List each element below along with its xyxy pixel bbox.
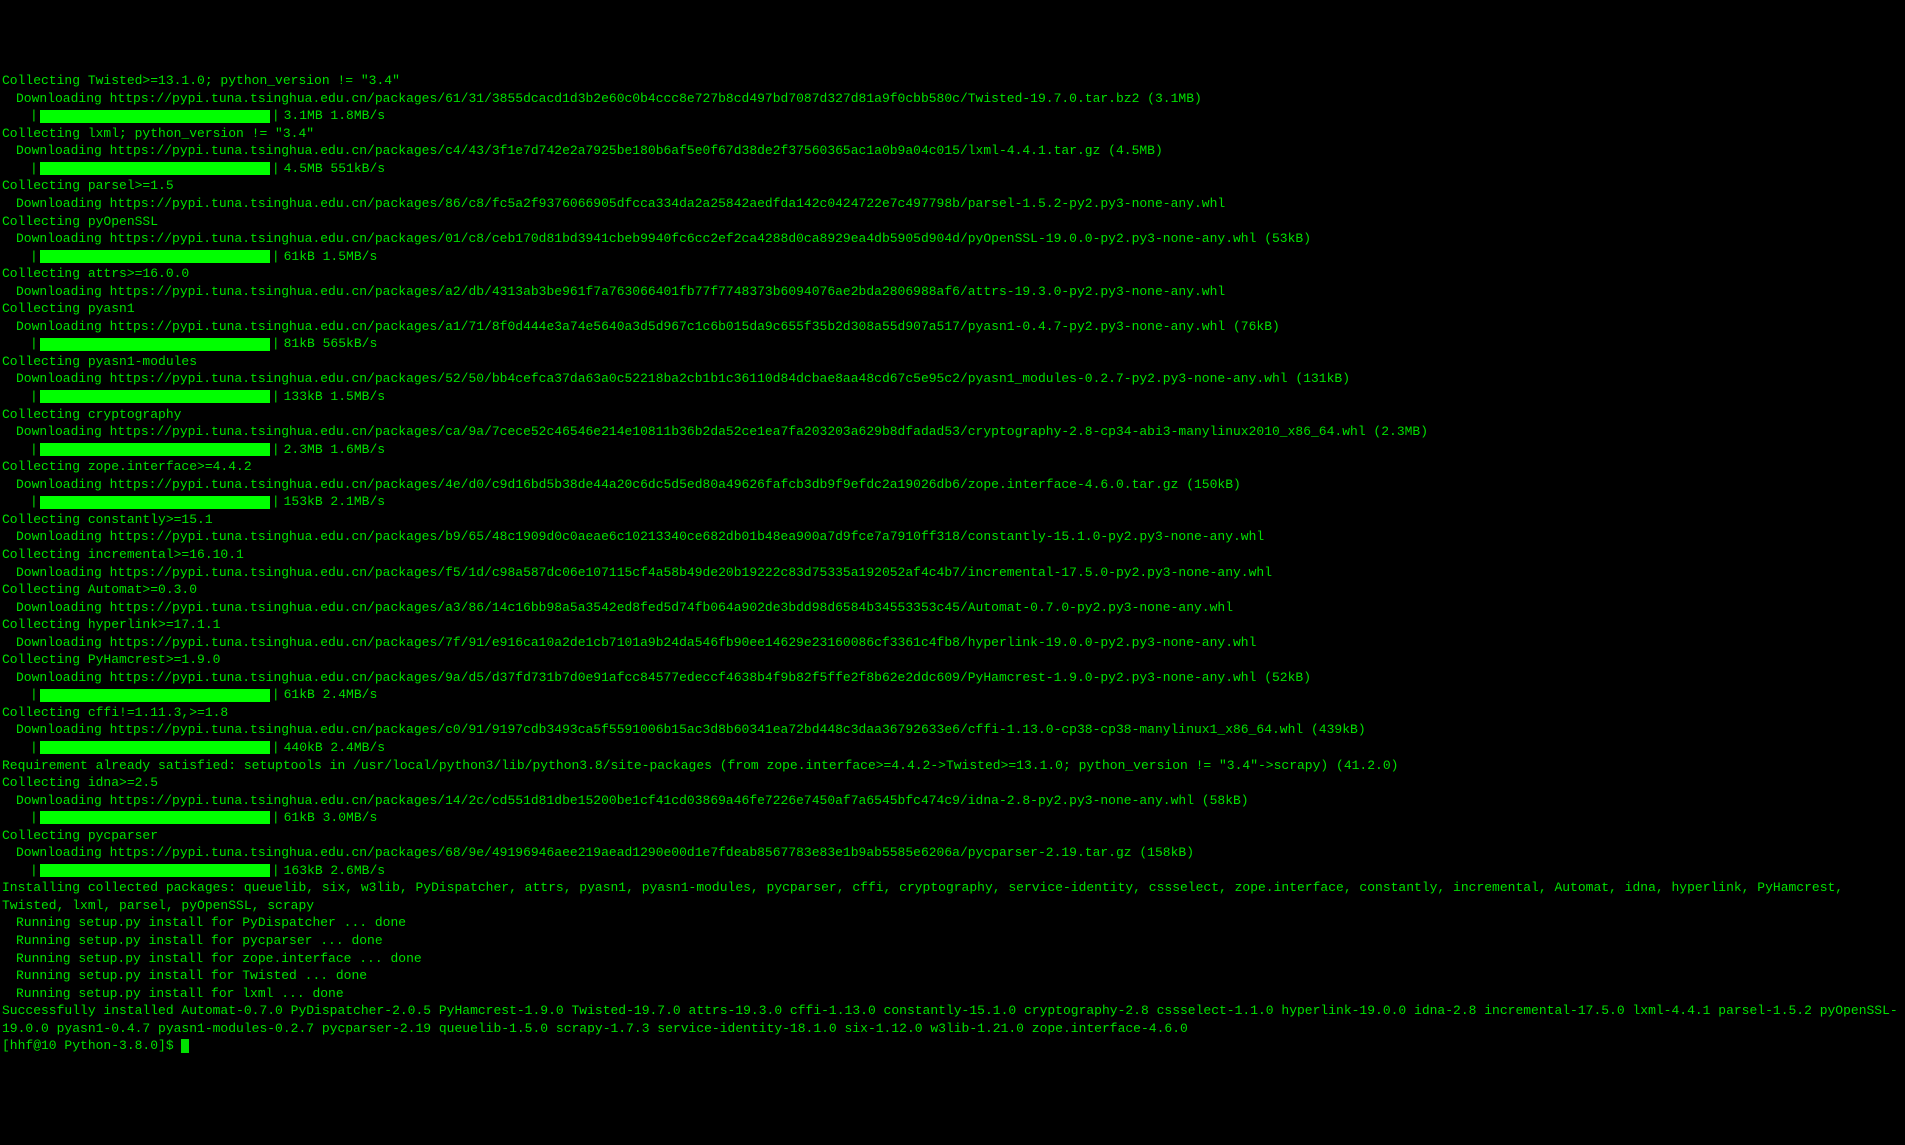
terminal-line: Collecting idna>=2.5 (2, 774, 1903, 792)
terminal-line: Downloading https://pypi.tuna.tsinghua.e… (2, 370, 1903, 388)
terminal-line: Downloading https://pypi.tuna.tsinghua.e… (2, 318, 1903, 336)
progress-bar-fill (40, 162, 270, 175)
progress-text: 61kB 1.5MB/s (284, 248, 378, 266)
progress-bar-row: ||153kB 2.1MB/s (2, 493, 1903, 511)
terminal-line: Collecting pyOpenSSL (2, 213, 1903, 231)
progress-bar-fill (40, 741, 270, 754)
terminal-line: Collecting cffi!=1.11.3,>=1.8 (2, 704, 1903, 722)
terminal-line: Downloading https://pypi.tuna.tsinghua.e… (2, 599, 1903, 617)
progress-text: 3.1MB 1.8MB/s (284, 107, 385, 125)
progress-bar-fill (40, 338, 270, 351)
terminal-line: Running setup.py install for Twisted ...… (2, 967, 1903, 985)
terminal-line: Installing collected packages: queuelib,… (2, 879, 1903, 914)
progress-bar-row: ||163kB 2.6MB/s (2, 862, 1903, 880)
terminal-line: Downloading https://pypi.tuna.tsinghua.e… (2, 230, 1903, 248)
terminal-line: Collecting Automat>=0.3.0 (2, 581, 1903, 599)
progress-text: 4.5MB 551kB/s (284, 160, 385, 178)
terminal-line: Collecting parsel>=1.5 (2, 177, 1903, 195)
progress-text: 81kB 565kB/s (284, 335, 378, 353)
terminal-line: Collecting pyasn1 (2, 300, 1903, 318)
progress-bar-row: ||61kB 2.4MB/s (2, 686, 1903, 704)
terminal-line: Downloading https://pypi.tuna.tsinghua.e… (2, 90, 1903, 108)
terminal-line: Requirement already satisfied: setuptool… (2, 757, 1903, 775)
progress-text: 163kB 2.6MB/s (284, 862, 385, 880)
progress-bar-row: ||4.5MB 551kB/s (2, 160, 1903, 178)
terminal-line: Collecting Twisted>=13.1.0; python_versi… (2, 72, 1903, 90)
progress-bar-row: ||2.3MB 1.6MB/s (2, 441, 1903, 459)
terminal-line: Downloading https://pypi.tuna.tsinghua.e… (2, 283, 1903, 301)
terminal-line: Collecting constantly>=15.1 (2, 511, 1903, 529)
progress-bar-fill (40, 110, 270, 123)
progress-bar-row: ||81kB 565kB/s (2, 335, 1903, 353)
terminal-line: Downloading https://pypi.tuna.tsinghua.e… (2, 564, 1903, 582)
shell-prompt[interactable]: [hhf@10 Python-3.8.0]$ (2, 1037, 1903, 1055)
terminal-line: Running setup.py install for lxml ... do… (2, 985, 1903, 1003)
terminal-line: Collecting incremental>=16.10.1 (2, 546, 1903, 564)
progress-bar-fill (40, 443, 270, 456)
terminal-line: Collecting attrs>=16.0.0 (2, 265, 1903, 283)
terminal-line: Downloading https://pypi.tuna.tsinghua.e… (2, 634, 1903, 652)
progress-bar-row: ||3.1MB 1.8MB/s (2, 107, 1903, 125)
progress-bar-fill (40, 864, 270, 877)
progress-bar-fill (40, 250, 270, 263)
prompt-text: [hhf@10 Python-3.8.0]$ (2, 1038, 181, 1053)
terminal-line: Downloading https://pypi.tuna.tsinghua.e… (2, 423, 1903, 441)
terminal-line: Downloading https://pypi.tuna.tsinghua.e… (2, 528, 1903, 546)
terminal-line: Collecting hyperlink>=17.1.1 (2, 616, 1903, 634)
progress-text: 61kB 3.0MB/s (284, 809, 378, 827)
terminal-line: Collecting PyHamcrest>=1.9.0 (2, 651, 1903, 669)
terminal-line: Running setup.py install for zope.interf… (2, 950, 1903, 968)
progress-text: 440kB 2.4MB/s (284, 739, 385, 757)
terminal-line: Downloading https://pypi.tuna.tsinghua.e… (2, 792, 1903, 810)
terminal-line: Downloading https://pypi.tuna.tsinghua.e… (2, 721, 1903, 739)
terminal-line: Downloading https://pypi.tuna.tsinghua.e… (2, 476, 1903, 494)
progress-text: 2.3MB 1.6MB/s (284, 441, 385, 459)
progress-bar-row: ||61kB 1.5MB/s (2, 248, 1903, 266)
terminal-line: Downloading https://pypi.tuna.tsinghua.e… (2, 844, 1903, 862)
progress-bar-row: ||133kB 1.5MB/s (2, 388, 1903, 406)
terminal-line: Running setup.py install for PyDispatche… (2, 914, 1903, 932)
progress-text: 153kB 2.1MB/s (284, 493, 385, 511)
terminal-line: Downloading https://pypi.tuna.tsinghua.e… (2, 669, 1903, 687)
cursor (181, 1039, 189, 1053)
terminal-line: Collecting pyasn1-modules (2, 353, 1903, 371)
terminal-line: Downloading https://pypi.tuna.tsinghua.e… (2, 142, 1903, 160)
terminal-line: Collecting lxml; python_version != "3.4" (2, 125, 1903, 143)
terminal-line: Successfully installed Automat-0.7.0 PyD… (2, 1002, 1903, 1037)
terminal-line: Collecting cryptography (2, 406, 1903, 424)
progress-bar-fill (40, 390, 270, 403)
terminal-line: Collecting zope.interface>=4.4.2 (2, 458, 1903, 476)
terminal-line: Running setup.py install for pycparser .… (2, 932, 1903, 950)
progress-bar-fill (40, 689, 270, 702)
progress-text: 133kB 1.5MB/s (284, 388, 385, 406)
progress-bar-row: ||440kB 2.4MB/s (2, 739, 1903, 757)
terminal-output[interactable]: Collecting Twisted>=13.1.0; python_versi… (2, 72, 1903, 1055)
terminal-line: Downloading https://pypi.tuna.tsinghua.e… (2, 195, 1903, 213)
progress-text: 61kB 2.4MB/s (284, 686, 378, 704)
terminal-line: Collecting pycparser (2, 827, 1903, 845)
progress-bar-fill (40, 496, 270, 509)
progress-bar-fill (40, 811, 270, 824)
progress-bar-row: ||61kB 3.0MB/s (2, 809, 1903, 827)
